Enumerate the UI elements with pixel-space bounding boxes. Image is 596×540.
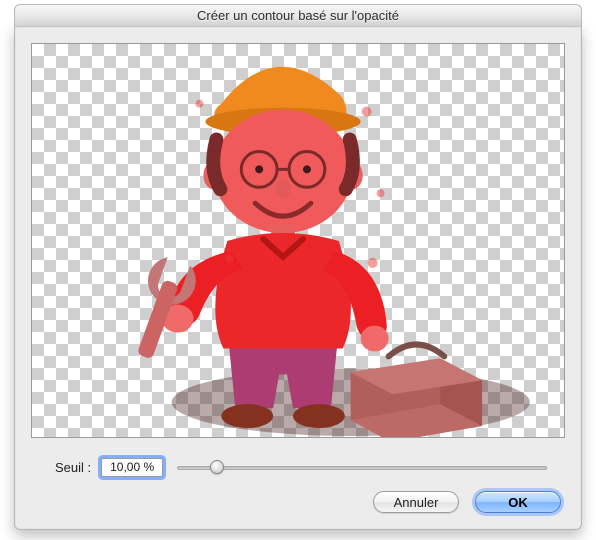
dialog-title: Créer un contour basé sur l'opacité bbox=[197, 8, 399, 23]
threshold-slider[interactable] bbox=[173, 457, 551, 477]
slider-thumb[interactable] bbox=[210, 460, 224, 474]
threshold-label: Seuil : bbox=[55, 460, 91, 475]
preview-illustration bbox=[32, 44, 564, 437]
dialog-titlebar: Créer un contour basé sur l'opacité bbox=[14, 4, 582, 26]
threshold-field[interactable] bbox=[101, 458, 163, 477]
dialog-buttons: Annuler OK bbox=[373, 491, 561, 513]
threshold-row: Seuil : bbox=[55, 455, 551, 479]
ok-button[interactable]: OK bbox=[475, 491, 561, 513]
slider-track bbox=[177, 466, 547, 470]
cancel-button[interactable]: Annuler bbox=[373, 491, 459, 513]
preview-canvas bbox=[31, 43, 565, 438]
dialog-window: Créer un contour basé sur l'opacité bbox=[0, 0, 596, 540]
dialog-sheet: Seuil : Annuler OK bbox=[14, 26, 582, 530]
